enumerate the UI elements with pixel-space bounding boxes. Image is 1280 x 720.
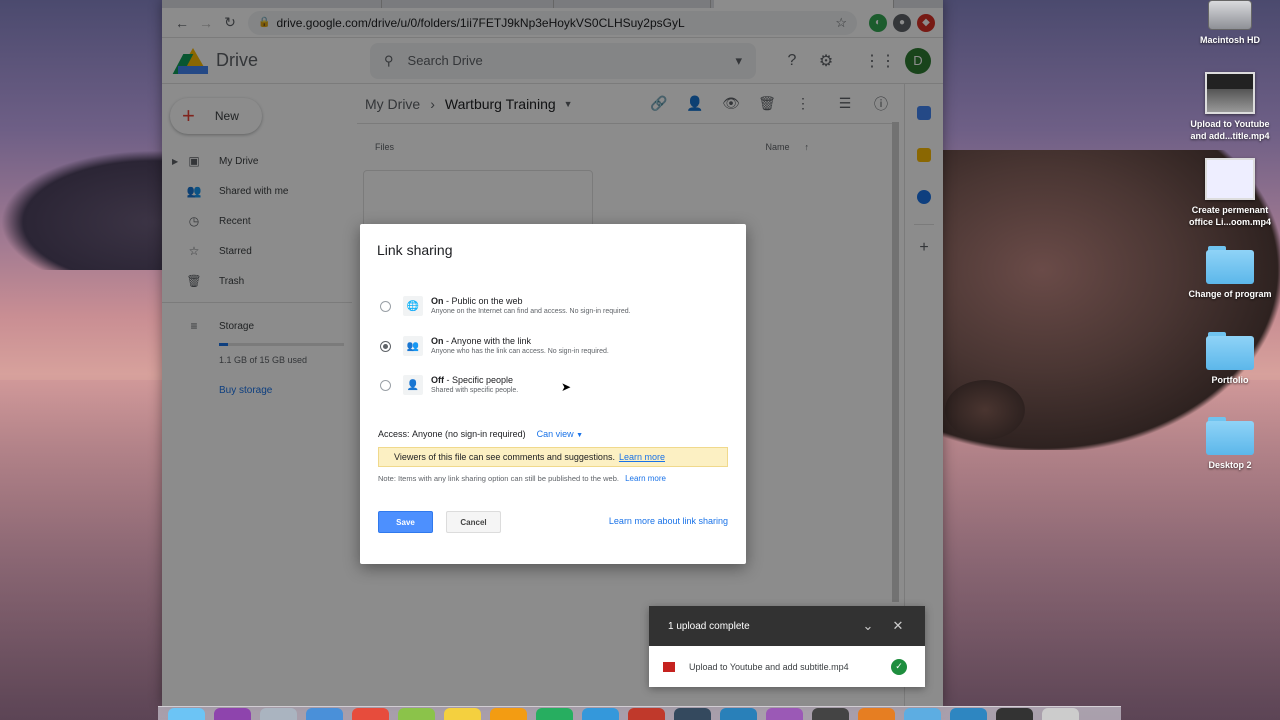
mouse-cursor-icon: ➤ — [561, 380, 572, 394]
desktop-icon-macintosh-hd[interactable]: Macintosh HD — [1185, 0, 1275, 46]
video-file-icon — [663, 661, 675, 672]
folder-icon — [1206, 332, 1254, 370]
folder-icon — [1206, 246, 1254, 284]
numbers-icon[interactable] — [398, 708, 435, 720]
calendar-app-icon[interactable] — [352, 708, 389, 720]
dock — [158, 706, 1121, 720]
dialog-title: Link sharing — [377, 242, 453, 258]
option-public-web[interactable]: 🌐 On - Public on the web Anyone on the I… — [380, 296, 631, 316]
upload-item[interactable]: Upload to Youtube and add subtitle.mp4 ✓ — [649, 646, 925, 687]
upload-panel: 1 upload complete ⌄ ✕ Upload to Youtube … — [649, 606, 925, 687]
music-icon[interactable] — [628, 708, 665, 720]
folder-icon — [1206, 417, 1254, 455]
option-anyone-with-link[interactable]: 👥 On - Anyone with the link Anyone who h… — [380, 336, 609, 356]
desktop-icon-change-of-program[interactable]: Change of program — [1185, 246, 1275, 300]
desktop-icon-desktop-2[interactable]: Desktop 2 — [1185, 417, 1275, 471]
upload-status: 1 upload complete — [668, 620, 750, 632]
word-icon[interactable] — [720, 708, 757, 720]
link-people-icon: 👥 — [403, 336, 423, 356]
link-sharing-dialog: Link sharing 🌐 On - Public on the web An… — [360, 224, 746, 564]
close-icon[interactable]: ✕ — [883, 618, 913, 634]
powerpoint-icon[interactable] — [858, 708, 895, 720]
publish-note: Note: Items with any link sharing option… — [378, 474, 666, 483]
permission-dropdown[interactable]: Can view ▼ — [537, 429, 583, 439]
dropdown-arrow-icon: ▼ — [576, 432, 584, 439]
video-thumbnail-icon — [1205, 158, 1255, 200]
zoom-icon[interactable] — [904, 708, 941, 720]
radio-anyone-with-link[interactable] — [380, 341, 391, 352]
app-icon[interactable] — [812, 708, 849, 720]
video-thumbnail-icon — [1205, 72, 1255, 114]
collapse-chevron-icon[interactable]: ⌄ — [853, 618, 883, 634]
wallpaper-rock — [945, 380, 1025, 440]
podcasts-icon[interactable] — [766, 708, 803, 720]
radio-public-web[interactable] — [380, 301, 391, 312]
save-button[interactable]: Save — [378, 511, 433, 533]
desktop-icon-upload-video[interactable]: Upload to Youtube and add...title.mp4 — [1185, 72, 1275, 142]
wallpaper-hill — [0, 150, 170, 270]
cancel-button[interactable]: Cancel — [446, 511, 501, 533]
app-store-icon[interactable] — [582, 708, 619, 720]
safari-icon[interactable] — [306, 708, 343, 720]
learn-more-link-sharing[interactable]: Learn more about link sharing — [609, 516, 728, 526]
radio-specific-people[interactable] — [380, 380, 391, 391]
finder-icon[interactable] — [168, 708, 205, 720]
trash-bin-icon[interactable] — [1042, 708, 1079, 720]
globe-icon: 🌐 — [403, 296, 423, 316]
access-row: Access: Anyone (no sign-in required) Can… — [378, 429, 584, 439]
option-specific-people[interactable]: 👤 Off - Specific people Shared with spec… — [380, 375, 518, 395]
note-learn-more-link[interactable]: Learn more — [625, 474, 666, 483]
desktop-icon-office-video[interactable]: Create permenant office Li...oom.mp4 — [1185, 158, 1275, 228]
person-icon: 👤 — [403, 375, 423, 395]
photos-icon[interactable] — [490, 708, 527, 720]
comments-warning: Viewers of this file can see comments an… — [378, 447, 728, 467]
terminal-icon[interactable] — [996, 708, 1033, 720]
warning-learn-more-link[interactable]: Learn more — [619, 452, 665, 462]
siri-icon[interactable] — [214, 708, 251, 720]
desktop-icon-portfolio[interactable]: Portfolio — [1185, 332, 1275, 386]
messages-icon[interactable] — [536, 708, 573, 720]
hard-drive-icon — [1208, 0, 1252, 30]
notes-icon[interactable] — [444, 708, 481, 720]
check-icon: ✓ — [891, 658, 907, 675]
outlook-icon[interactable] — [950, 708, 987, 720]
launchpad-icon[interactable] — [260, 708, 297, 720]
upload-header: 1 upload complete ⌄ ✕ — [649, 606, 925, 646]
activity-icon[interactable] — [674, 708, 711, 720]
